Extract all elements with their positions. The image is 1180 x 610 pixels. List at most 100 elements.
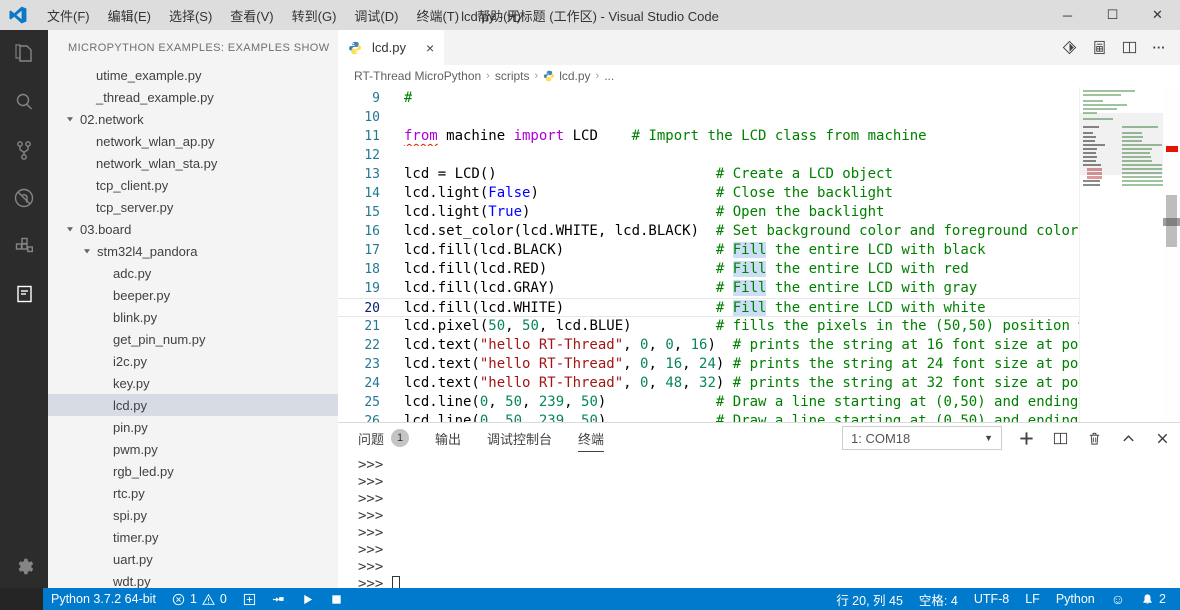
- eol-status[interactable]: LF: [1017, 588, 1048, 610]
- tree-item-tcp-client-py[interactable]: tcp_client.py: [48, 174, 338, 196]
- tab-lcd-py[interactable]: lcd.py ×: [338, 30, 444, 65]
- open-preview-icon[interactable]: [1086, 35, 1112, 61]
- problems-status[interactable]: 1 0: [164, 588, 235, 610]
- explorer-icon[interactable]: [0, 30, 48, 78]
- stop-button[interactable]: [322, 588, 351, 610]
- menu-item[interactable]: 文件(F): [38, 0, 99, 30]
- tree-item-adc-py[interactable]: adc.py: [48, 262, 338, 284]
- kill-terminal-trash-icon[interactable]: [1084, 428, 1104, 448]
- tree-item-pwm-py[interactable]: pwm.py: [48, 438, 338, 460]
- tab-close-icon[interactable]: ×: [426, 40, 434, 56]
- menu-item[interactable]: 帮助(H): [468, 0, 530, 30]
- menu-item[interactable]: 调试(D): [345, 0, 407, 30]
- indentation-status[interactable]: 空格: 4: [911, 588, 966, 610]
- notifications-bell[interactable]: 2: [1133, 588, 1174, 610]
- menu-item[interactable]: 编辑(E): [99, 0, 160, 30]
- more-actions-icon[interactable]: ···: [1146, 35, 1172, 61]
- tree-item-spi-py[interactable]: spi.py: [48, 504, 338, 526]
- minimap-slider[interactable]: [1080, 113, 1163, 175]
- tree-item-network-wlan-ap-py[interactable]: network_wlan_ap.py: [48, 130, 338, 152]
- panel-tab-终端[interactable]: 终端: [578, 423, 604, 453]
- cursor-position-status[interactable]: 行 20, 列 45: [828, 588, 911, 610]
- tree-item-tcp-server-py[interactable]: tcp_server.py: [48, 196, 338, 218]
- code-line-22[interactable]: 22lcd.text("hello RT-Thread", 0, 0, 16) …: [338, 336, 1080, 355]
- code-line-9[interactable]: 9#: [338, 89, 1080, 108]
- menu-item[interactable]: 转到(G): [283, 0, 346, 30]
- code-line-20[interactable]: 20lcd.fill(lcd.WHITE) # Fill the entire …: [338, 298, 1080, 317]
- terminal-select[interactable]: 1: COM18 ▼: [842, 426, 1002, 450]
- maximize-button[interactable]: ☐: [1090, 0, 1135, 30]
- code-line-14[interactable]: 14lcd.light(False) # Close the backlight: [338, 184, 1080, 203]
- tree-item-utime-example-py[interactable]: utime_example.py: [48, 64, 338, 86]
- new-terminal-icon[interactable]: [1016, 428, 1036, 448]
- code-line-21[interactable]: 21lcd.pixel(50, 50, lcd.BLUE) # fills th…: [338, 317, 1080, 336]
- terminal-output[interactable]: >>>>>>>>>>>>>>>>>>>>>>>>: [338, 453, 1180, 588]
- tree-item-02-network[interactable]: 02.network: [48, 108, 338, 130]
- code-line-25[interactable]: 25lcd.line(0, 50, 239, 50) # Draw a line…: [338, 393, 1080, 412]
- split-terminal-icon[interactable]: [1050, 428, 1070, 448]
- breadcrumb-file[interactable]: lcd.py: [559, 69, 590, 83]
- search-icon[interactable]: [0, 78, 48, 126]
- minimize-button[interactable]: ─: [1045, 0, 1090, 30]
- tree-item-rgb-led-py[interactable]: rgb_led.py: [48, 460, 338, 482]
- panel-tab-问题[interactable]: 问题1: [358, 423, 409, 453]
- breadcrumb-project[interactable]: RT-Thread MicroPython: [354, 69, 481, 83]
- panel-tab-输出[interactable]: 输出: [435, 423, 461, 453]
- run-button[interactable]: [293, 588, 322, 610]
- code-line-18[interactable]: 18lcd.fill(lcd.RED) # Fill the entire LC…: [338, 260, 1080, 279]
- panel-tab-调试控制台[interactable]: 调试控制台: [487, 423, 552, 453]
- tree-item-get-pin-num-py[interactable]: get_pin_num.py: [48, 328, 338, 350]
- open-changes-icon[interactable]: [1056, 35, 1082, 61]
- code-line-24[interactable]: 24lcd.text("hello RT-Thread", 0, 48, 32)…: [338, 374, 1080, 393]
- scrollbar[interactable]: [1163, 87, 1180, 422]
- chevron-expanded-icon[interactable]: [66, 115, 80, 123]
- code-line-26[interactable]: 26lcd.line(0, 50, 239, 50) # Draw a line…: [338, 412, 1080, 422]
- menu-item[interactable]: 终端(T): [407, 0, 468, 30]
- micropython-examples-icon[interactable]: [0, 270, 48, 318]
- tree-item--thread-example-py[interactable]: _thread_example.py: [48, 86, 338, 108]
- code-line-19[interactable]: 19lcd.fill(lcd.GRAY) # Fill the entire L…: [338, 279, 1080, 298]
- language-mode-status[interactable]: Python: [1048, 588, 1103, 610]
- breadcrumb-symbol[interactable]: ...: [604, 69, 614, 83]
- tree-item-uart-py[interactable]: uart.py: [48, 548, 338, 570]
- tree-item-i2c-py[interactable]: i2c.py: [48, 350, 338, 372]
- tree-item-pin-py[interactable]: pin.py: [48, 416, 338, 438]
- python-interpreter-status[interactable]: Python 3.7.2 64-bit: [43, 588, 164, 610]
- source-control-icon[interactable]: [0, 126, 48, 174]
- code-line-23[interactable]: 23lcd.text("hello RT-Thread", 0, 16, 24)…: [338, 355, 1080, 374]
- maximize-panel-icon[interactable]: [1118, 428, 1138, 448]
- code-line-10[interactable]: 10: [338, 108, 1080, 127]
- tree-item-network-wlan-sta-py[interactable]: network_wlan_sta.py: [48, 152, 338, 174]
- encoding-status[interactable]: UTF-8: [966, 588, 1017, 610]
- tree-item-wdt-py[interactable]: wdt.py: [48, 570, 338, 588]
- download-firmware-button[interactable]: [235, 588, 264, 610]
- feedback-smiley-icon[interactable]: ☺: [1103, 588, 1133, 610]
- tree-item-blink-py[interactable]: blink.py: [48, 306, 338, 328]
- code-line-13[interactable]: 13lcd = LCD() # Create a LCD object: [338, 165, 1080, 184]
- code-line-15[interactable]: 15lcd.light(True) # Open the backlight: [338, 203, 1080, 222]
- split-editor-icon[interactable]: [1116, 35, 1142, 61]
- tree-item-03-board[interactable]: 03.board: [48, 218, 338, 240]
- tree-item-rtc-py[interactable]: rtc.py: [48, 482, 338, 504]
- tree-item-lcd-py[interactable]: lcd.py: [48, 394, 338, 416]
- code-line-12[interactable]: 12: [338, 146, 1080, 165]
- breadcrumb-folder[interactable]: scripts: [495, 69, 530, 83]
- chevron-expanded-icon[interactable]: [66, 225, 80, 233]
- code-line-17[interactable]: 17lcd.fill(lcd.BLACK) # Fill the entire …: [338, 241, 1080, 260]
- debug-icon[interactable]: [0, 174, 48, 222]
- code-line-11[interactable]: 11from machine import LCD # Import the L…: [338, 127, 1080, 146]
- tree-item-beeper-py[interactable]: beeper.py: [48, 284, 338, 306]
- tree-item-timer-py[interactable]: timer.py: [48, 526, 338, 548]
- minimap[interactable]: [1079, 87, 1163, 422]
- tree-item-stm32l4-pandora[interactable]: stm32l4_pandora: [48, 240, 338, 262]
- settings-gear-icon[interactable]: [0, 544, 48, 588]
- close-button[interactable]: ✕: [1135, 0, 1180, 30]
- close-panel-icon[interactable]: [1152, 428, 1172, 448]
- chevron-expanded-icon[interactable]: [83, 247, 97, 255]
- code-editor[interactable]: 9#1011from machine import LCD # Import t…: [338, 87, 1180, 422]
- connect-device-button[interactable]: [264, 588, 293, 610]
- menu-item[interactable]: 选择(S): [160, 0, 221, 30]
- code-line-16[interactable]: 16lcd.set_color(lcd.WHITE, lcd.BLACK) # …: [338, 222, 1080, 241]
- tree-item-key-py[interactable]: key.py: [48, 372, 338, 394]
- menu-item[interactable]: 查看(V): [221, 0, 282, 30]
